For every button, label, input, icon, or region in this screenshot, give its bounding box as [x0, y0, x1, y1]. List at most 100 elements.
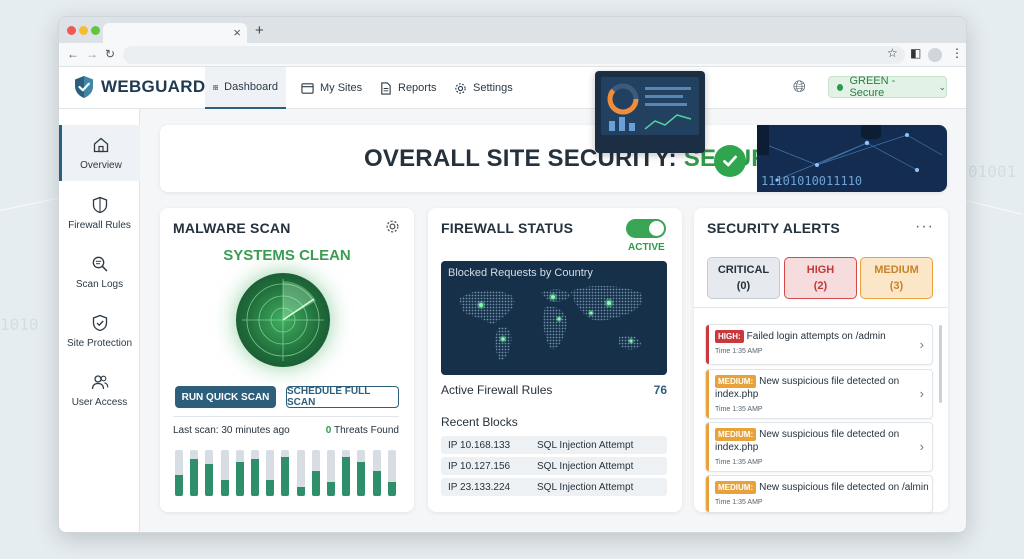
new-tab-icon[interactable]: + [255, 22, 264, 39]
firewall-toggle[interactable] [626, 219, 666, 238]
divider [694, 307, 948, 308]
alert-body: MEDIUM: New suspicious file detected on /… [715, 481, 930, 509]
firewall-toggle-state: ACTIVE [628, 242, 665, 253]
shield-logo-icon [75, 76, 93, 98]
alert-tag: MEDIUM: [715, 481, 757, 494]
home-icon [93, 137, 109, 152]
sidebar-item-label: Scan Logs [75, 278, 124, 290]
scan-activity-bar-fill [220, 479, 229, 496]
scan-activity-bar-fill [311, 470, 320, 496]
security-alerts-card: SECURITY ALERTS ··· CRITICAL (0) HIGH (2… [694, 208, 948, 513]
checkmark-icon [714, 145, 746, 177]
sidepanel-icon[interactable]: ◧ [910, 46, 921, 60]
scan-activity-bar [205, 450, 214, 496]
nav-tab-my-sites[interactable]: My Sites [293, 67, 370, 109]
scan-activity-bars [175, 450, 399, 496]
scan-status-text: SYSTEMS CLEAN [223, 247, 351, 264]
nav-tab-settings[interactable]: Settings [446, 67, 521, 109]
alert-item[interactable]: MEDIUM: New suspicious file detected on i… [705, 369, 933, 419]
sidebar-item-user-access[interactable]: User Access [59, 362, 140, 418]
globe-icon[interactable]: 🌐︎ [793, 79, 806, 97]
sidebar-item-label: Firewall Rules [68, 219, 131, 231]
scan-activity-bar-fill [357, 461, 366, 496]
severity-filter-critical[interactable]: CRITICAL (0) [707, 257, 780, 299]
alert-severity-bar [706, 370, 709, 418]
sidebar-item-firewall-rules[interactable]: Firewall Rules [59, 185, 140, 241]
shield-icon [92, 196, 107, 213]
malware-scan-card: MALWARE SCAN SYSTEMS CLEAN RUN QUICK SCA… [160, 208, 414, 512]
nav-tab-reports[interactable]: Reports [371, 67, 445, 109]
nav-tab-label: Reports [398, 82, 437, 94]
alert-item[interactable]: MEDIUM: New suspicious file detected on i… [705, 422, 933, 472]
severity-count: (2) [813, 280, 828, 292]
browser-window-icon [301, 82, 314, 94]
gear-icon [455, 82, 466, 94]
block-type: SQL Injection Attempt [537, 482, 634, 493]
alert-severity-bar [706, 476, 709, 512]
scan-activity-bar-fill [205, 463, 214, 496]
sidebar-item-site-protection[interactable]: Site Protection [59, 303, 140, 359]
browser-tab[interactable]: × [103, 23, 247, 43]
blocked-requests-map[interactable]: Blocked Requests by Country [441, 261, 667, 375]
chevron-right-icon: › [919, 439, 924, 454]
scan-activity-bar [266, 450, 275, 496]
severity-label: MEDIUM [874, 264, 919, 276]
scan-activity-bar [372, 450, 381, 496]
window-close-dot[interactable] [67, 26, 76, 35]
more-options-icon[interactable]: ··· [915, 218, 934, 236]
profile-avatar-icon[interactable] [928, 48, 942, 62]
nav-tab-dashboard[interactable]: Dashboard [205, 67, 286, 109]
status-label: GREEN - Secure [849, 75, 896, 99]
sidebar-item-overview[interactable]: Overview [59, 125, 140, 181]
alerts-scrollbar[interactable] [939, 325, 942, 403]
last-scan-text: Last scan: 30 minutes ago [173, 425, 290, 436]
status-dot-icon [837, 83, 844, 91]
brand-logo[interactable]: WEBGUARD [73, 75, 205, 99]
sidebar-item-label: Overview [80, 159, 122, 171]
scan-activity-bar-fill [235, 461, 244, 496]
window-minimize-dot[interactable] [79, 26, 88, 35]
scan-activity-bar-fill [327, 482, 335, 496]
scan-activity-bar-fill [372, 470, 381, 496]
url-input[interactable] [123, 46, 905, 64]
scan-activity-bar-fill [281, 456, 290, 496]
security-status-dropdown[interactable]: GREEN - Secure ⌄ [828, 75, 947, 99]
severity-filter-high[interactable]: HIGH (2) [784, 257, 857, 299]
gear-icon[interactable] [385, 219, 400, 239]
run-quick-scan-button[interactable]: RUN QUICK SCAN [175, 386, 276, 408]
alert-body: MEDIUM: New suspicious file detected on i… [715, 428, 911, 469]
window-maximize-dot[interactable] [91, 26, 100, 35]
block-ip: IP 10.168.133 [448, 440, 511, 451]
reload-icon[interactable]: ↻ [105, 47, 115, 61]
table-row[interactable]: IP 10.168.133 SQL Injection Attempt [441, 436, 667, 454]
scan-activity-bar [281, 450, 290, 496]
alert-item[interactable]: MEDIUM: New suspicious file detected on /… [705, 475, 933, 513]
bg-binary-decoration: 01001 [968, 162, 1017, 181]
severity-filter-medium[interactable]: MEDIUM (3) [860, 257, 933, 299]
alert-text: Failed login attempts on /admin [746, 331, 886, 342]
overall-security-banner: OVERALL SITE SECURITY: SECURE 1110101001… [160, 125, 947, 192]
forward-arrow-icon[interactable]: → [86, 47, 98, 61]
sidebar-item-label: Site Protection [66, 337, 133, 349]
scan-activity-bar-fill [251, 459, 259, 496]
severity-count: (3) [889, 280, 904, 292]
alert-tag: HIGH: [715, 330, 744, 343]
security-alerts-title: SECURITY ALERTS [707, 220, 840, 236]
scan-activity-bar [387, 450, 396, 496]
bookmark-star-icon[interactable]: ☆ [887, 46, 898, 60]
scan-activity-bar [190, 450, 199, 496]
tab-close-icon[interactable]: × [233, 25, 241, 40]
scan-activity-bar [327, 450, 335, 496]
block-ip: IP 23.133.224 [448, 482, 511, 493]
back-arrow-icon[interactable]: ← [67, 47, 79, 61]
severity-count: (0) [736, 280, 751, 292]
browser-menu-icon[interactable]: ⋮ [951, 46, 963, 60]
sidebar-item-scan-logs[interactable]: Scan Logs [59, 244, 140, 300]
browser-window: × + ← → ↻ ☆ ◧ ⋮ WEBGUARD Dashboard My Si… [58, 16, 967, 533]
table-row[interactable]: IP 10.127.156 SQL Injection Attempt [441, 457, 667, 475]
scan-activity-bar [175, 450, 183, 496]
firewall-status-card: FIREWALL STATUS ACTIVE Blocked Requests … [428, 208, 682, 512]
alert-item[interactable]: HIGH: Failed login attempts on /admin Tim… [705, 324, 933, 365]
table-row[interactable]: IP 23.133.224 SQL Injection Attempt [441, 478, 667, 496]
schedule-full-scan-button[interactable]: SCHEDULE FULL SCAN [286, 386, 399, 408]
